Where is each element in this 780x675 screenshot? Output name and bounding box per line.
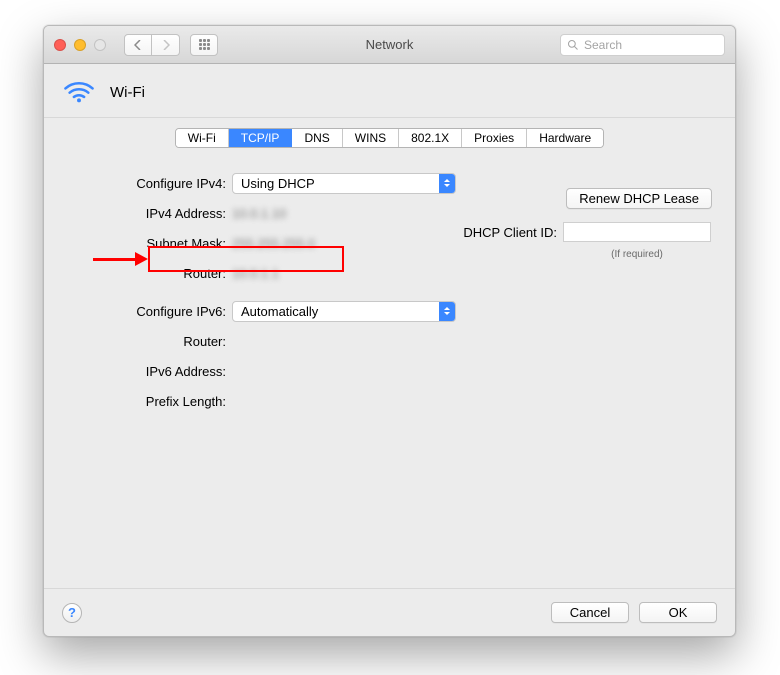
wifi-icon <box>62 78 96 107</box>
configure-ipv6-value: Automatically <box>241 304 318 319</box>
forward-button[interactable] <box>152 34 180 56</box>
configure-ipv4-select[interactable]: Using DHCP <box>232 173 456 194</box>
ipv4-address-value: 10.0.1.10 <box>232 206 286 221</box>
close-icon[interactable] <box>54 39 66 51</box>
tab-dns[interactable]: DNS <box>292 129 342 147</box>
tcpip-form: Configure IPv4: Using DHCP IPv4 Address:… <box>44 148 735 416</box>
renew-dhcp-button[interactable]: Renew DHCP Lease <box>566 188 712 209</box>
zoom-icon <box>94 39 106 51</box>
subnet-mask-value: 255.255.255.0 <box>232 236 315 251</box>
search-input[interactable]: Search <box>560 34 725 56</box>
if-required-note: (If required) <box>563 249 711 260</box>
ipv4-address-label: IPv4 Address: <box>66 206 232 221</box>
minimize-icon[interactable] <box>74 39 86 51</box>
configure-ipv6-label: Configure IPv6: <box>66 304 232 319</box>
router6-label: Router: <box>66 334 232 349</box>
nav-buttons <box>124 34 180 56</box>
dhcp-client-id-label: DHCP Client ID: <box>462 225 557 240</box>
tab-wifi[interactable]: Wi-Fi <box>176 129 229 147</box>
search-placeholder: Search <box>584 38 622 52</box>
tab-wins[interactable]: WINS <box>343 129 399 147</box>
network-preferences-window: Network Search Wi-Fi Wi-FiTCP/IPDNSWINS8… <box>43 25 736 637</box>
grid-icon <box>199 39 210 50</box>
tab-tcpip[interactable]: TCP/IP <box>229 129 293 147</box>
configure-ipv6-select[interactable]: Automatically <box>232 301 456 322</box>
chevron-updown-icon <box>439 302 455 321</box>
show-all-button[interactable] <box>190 34 218 56</box>
interface-title: Wi-Fi <box>110 84 145 101</box>
search-icon <box>567 39 579 51</box>
titlebar: Network Search <box>44 26 735 64</box>
prefix-length-label: Prefix Length: <box>66 394 232 409</box>
router-value: 10.0.1.1 <box>232 266 279 281</box>
tab-proxies[interactable]: Proxies <box>462 129 527 147</box>
ipv6-address-label: IPv6 Address: <box>66 364 232 379</box>
footer: ? Cancel OK <box>44 588 735 636</box>
router-label: Router: <box>66 266 232 281</box>
tabs: Wi-FiTCP/IPDNSWINS802.1XProxiesHardware <box>175 128 604 148</box>
dhcp-client-id-input[interactable] <box>563 222 711 242</box>
tab-8021x[interactable]: 802.1X <box>399 129 462 147</box>
help-button[interactable]: ? <box>62 603 82 623</box>
ok-button[interactable]: OK <box>639 602 717 623</box>
subnet-mask-label: Subnet Mask: <box>66 236 232 251</box>
back-button[interactable] <box>124 34 152 56</box>
configure-ipv4-value: Using DHCP <box>241 176 315 191</box>
tab-hardware[interactable]: Hardware <box>527 129 603 147</box>
tab-row: Wi-FiTCP/IPDNSWINS802.1XProxiesHardware <box>44 128 735 148</box>
interface-header: Wi-Fi <box>44 64 735 118</box>
configure-ipv4-label: Configure IPv4: <box>66 176 232 191</box>
dhcp-column: Renew DHCP Lease DHCP Client ID: (If req… <box>462 188 712 260</box>
cancel-button[interactable]: Cancel <box>551 602 629 623</box>
chevron-updown-icon <box>439 174 455 193</box>
traffic-lights <box>54 39 106 51</box>
